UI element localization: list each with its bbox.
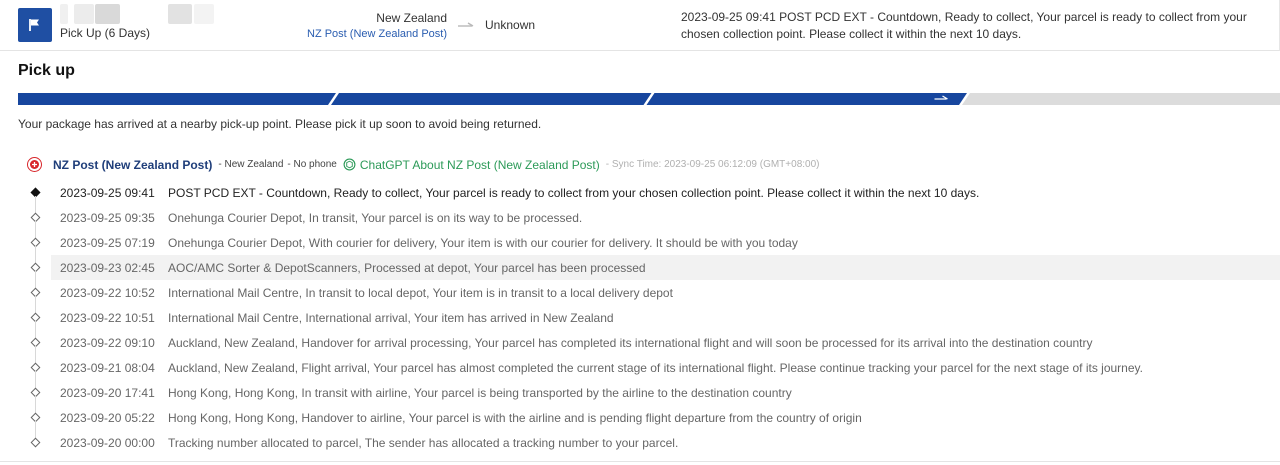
chatgpt-icon [343,158,356,171]
event-description: AOC/AMC Sorter & DepotScanners, Processe… [168,260,646,275]
carrier-name-link[interactable]: NZ Post (New Zealand Post) [53,158,212,172]
progress-segment [331,93,652,105]
redacted-tracking-number [168,4,192,24]
progress-segment [646,93,967,105]
redacted-tracking-number [60,4,68,24]
diamond-icon [30,437,41,448]
destination-country: Unknown [485,18,536,32]
redacted-tracking-number [194,4,214,24]
timeline-event: 2023-09-23 02:45 AOC/AMC Sorter & DepotSc… [30,255,1280,289]
progress-bar [18,93,1280,105]
event-description: Auckland, New Zealand, Flight arrival, Y… [168,360,1143,375]
timeline-event: 2023-09-20 00:00 Tracking number allocate… [0,430,1280,455]
pickup-hint: Your package has arrived at a nearby pic… [18,117,542,131]
event-date: 2023-09-22 10:51 [60,310,155,325]
flag-icon [18,8,52,42]
progress-segment [18,93,336,105]
event-description: Onehunga Courier Depot, With courier for… [168,235,798,250]
timeline-event: 2023-09-22 09:10 Auckland, New Zealand, H… [0,330,1280,364]
event-date: 2023-09-25 09:41 [60,185,155,200]
carrier-country: - New Zealand [218,159,284,170]
event-date: 2023-09-22 09:10 [60,335,155,350]
redacted-tracking-number [74,4,94,24]
event-description: International Mail Centre, International… [168,310,614,325]
event-date: 2023-09-23 02:45 [60,260,155,275]
timeline-event: 2023-09-22 10:51 International Mail Centr… [0,305,1280,339]
event-description: Tracking number allocated to parcel, The… [168,435,679,450]
carrier-info-row: NZ Post (New Zealand Post) - New Zealand… [27,156,820,173]
event-date: 2023-09-20 17:41 [60,385,155,400]
nz-post-logo-icon [27,157,42,172]
chatgpt-link[interactable]: ChatGPT About NZ Post (New Zealand Post) [360,158,600,172]
event-date: 2023-09-20 00:00 [60,435,155,450]
timeline-event: 2023-09-20 17:41 Hong Kong, Hong Kong, In… [0,380,1280,414]
timeline-event: 2023-09-25 07:19 Onehunga Courier Depot, … [0,230,1280,264]
timeline-event: 2023-09-20 05:22 Hong Kong, Hong Kong, Ha… [0,405,1280,439]
timeline-event: 2023-09-22 10:52 International Mail Centr… [0,280,1280,314]
timeline-event: 2023-09-25 09:35 Onehunga Courier Depot, … [0,205,1280,239]
event-description: Onehunga Courier Depot, In transit, Your… [168,210,583,225]
timeline-event: 2023-09-21 08:04 Auckland, New Zealand, F… [0,355,1280,389]
event-date: 2023-09-20 05:22 [60,410,155,425]
redacted-tracking-number [95,4,120,24]
event-date: 2023-09-22 10:52 [60,285,155,300]
event-date: 2023-09-25 07:19 [60,235,155,250]
divider [0,461,1280,462]
event-description: Hong Kong, Hong Kong, Handover to airlin… [168,410,862,425]
tracking-summary-row[interactable]: Pick Up (6 Days) New Zealand NZ Post (Ne… [0,0,1280,51]
event-description: POST PCD EXT - Countdown, Ready to colle… [168,185,980,200]
origin-carrier-link[interactable]: NZ Post (New Zealand Post) [307,28,447,40]
tracking-timeline: 2023-09-25 09:41 POST PCD EXT - Countdown… [0,180,1280,455]
sync-time: - Sync Time: 2023-09-25 06:12:09 (GMT+08… [605,159,820,170]
event-description: Hong Kong, Hong Kong, In transit with ai… [168,385,792,400]
carrier-phone: - No phone [287,159,337,170]
progress-segment [962,93,1280,105]
event-description: Auckland, New Zealand, Handover for arri… [168,335,1093,350]
arrow-right-icon [458,22,474,27]
origin-country: New Zealand [376,11,447,25]
page-title: Pick up [18,62,75,79]
latest-event-summary: 2023-09-25 09:41 POST PCD EXT - Countdow… [681,10,1247,41]
status-label: Pick Up (6 Days) [60,26,151,40]
timeline-event: 2023-09-25 09:41 POST PCD EXT - Countdown… [0,180,1280,214]
event-date: 2023-09-25 09:35 [60,210,155,225]
event-date: 2023-09-21 08:04 [60,360,155,375]
event-description: International Mail Centre, In transit to… [168,285,673,300]
